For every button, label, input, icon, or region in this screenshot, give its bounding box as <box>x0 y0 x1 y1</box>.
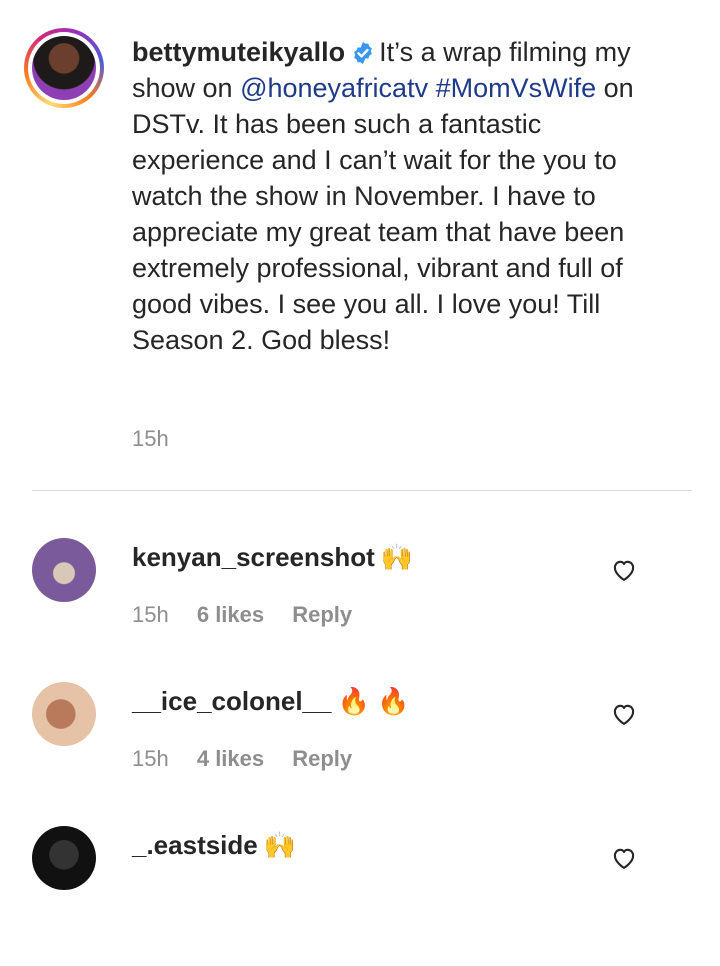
commenter-avatar[interactable] <box>32 826 96 890</box>
comment-meta: 15h 4 likes Reply <box>132 746 374 772</box>
divider <box>32 490 692 491</box>
caption-timestamp: 15h <box>132 426 169 451</box>
commenter-username[interactable]: _.eastside <box>132 830 258 860</box>
comment-item: kenyan_screenshot 🙌 15h 6 likes Reply <box>0 538 720 678</box>
comment-text: 🙌 <box>263 830 297 860</box>
author-username[interactable]: bettymuteikyallo <box>132 37 345 67</box>
reply-button[interactable]: Reply <box>292 602 352 627</box>
comment-item: __ice_colonel__ 🔥 🔥 15h 4 likes Reply <box>0 682 720 822</box>
comment-item: _.eastside 🙌 <box>0 826 720 966</box>
comment-line: __ice_colonel__ 🔥 🔥 <box>132 686 409 717</box>
caption-text: bettymuteikyallo It’s a wrap filming my … <box>132 34 672 358</box>
verified-badge-icon <box>354 42 372 64</box>
comment-text: 🔥 🔥 <box>337 686 410 716</box>
comment-time: 15h <box>132 602 169 627</box>
commenter-username[interactable]: __ice_colonel__ <box>132 686 331 716</box>
post-caption: bettymuteikyallo It’s a wrap filming my … <box>0 0 720 470</box>
reply-button[interactable]: Reply <box>292 746 352 771</box>
commenter-username[interactable]: kenyan_screenshot <box>132 542 375 572</box>
comment-meta: 15h 6 likes Reply <box>132 602 374 628</box>
comment-line: _.eastside 🙌 <box>132 830 296 861</box>
heart-icon[interactable] <box>610 844 638 872</box>
comment-likes[interactable]: 6 likes <box>197 602 264 627</box>
hashtag-link[interactable]: #MomVsWife <box>436 73 597 103</box>
comment-time: 15h <box>132 746 169 771</box>
commenter-avatar[interactable] <box>32 682 96 746</box>
comment-line: kenyan_screenshot 🙌 <box>132 542 413 573</box>
comment-text: 🙌 <box>380 542 414 572</box>
caption-text-end: on DSTv. It has been such a fantastic ex… <box>132 73 634 355</box>
comment-likes[interactable]: 4 likes <box>197 746 264 771</box>
heart-icon[interactable] <box>610 700 638 728</box>
author-avatar[interactable] <box>32 36 96 100</box>
mention-link[interactable]: @honeyafricatv <box>240 73 428 103</box>
heart-icon[interactable] <box>610 556 638 584</box>
commenter-avatar[interactable] <box>32 538 96 602</box>
